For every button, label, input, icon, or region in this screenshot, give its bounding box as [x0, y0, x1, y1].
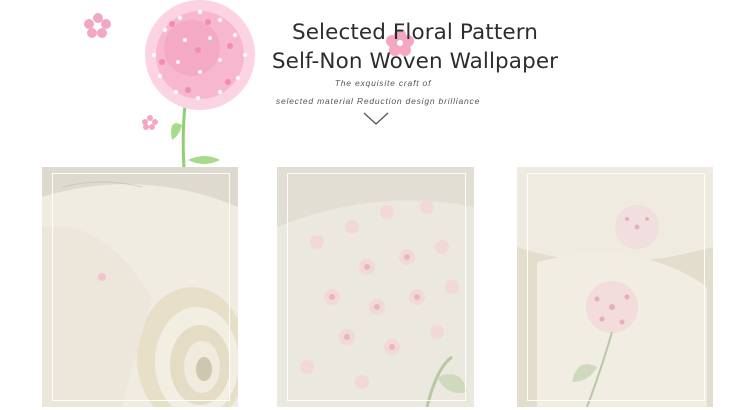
product-photo-embossed-flowers: [277, 167, 474, 407]
title-line-1: Selected Floral Pattern: [291, 20, 538, 45]
chevron-down-icon: [363, 112, 389, 125]
product-photo-dandelion-pattern: [517, 167, 713, 407]
header-banner: Selected Floral Pattern Self-Non Woven W…: [0, 0, 750, 168]
page-title: Selected Floral Pattern Self-Non Woven W…: [265, 18, 565, 76]
photo-frame: [527, 173, 705, 401]
subtitle-line-2: selected material Reduction design brill…: [275, 96, 481, 106]
photo-frame: [287, 173, 466, 401]
product-photo-roll: [42, 167, 238, 407]
subtitle-line-1: The exquisite craft of: [334, 78, 432, 88]
photo-frame: [52, 173, 230, 401]
dandelion-flower-illustration: [84, 0, 255, 168]
title-line-2: Self-Non Woven Wallpaper: [271, 49, 559, 74]
